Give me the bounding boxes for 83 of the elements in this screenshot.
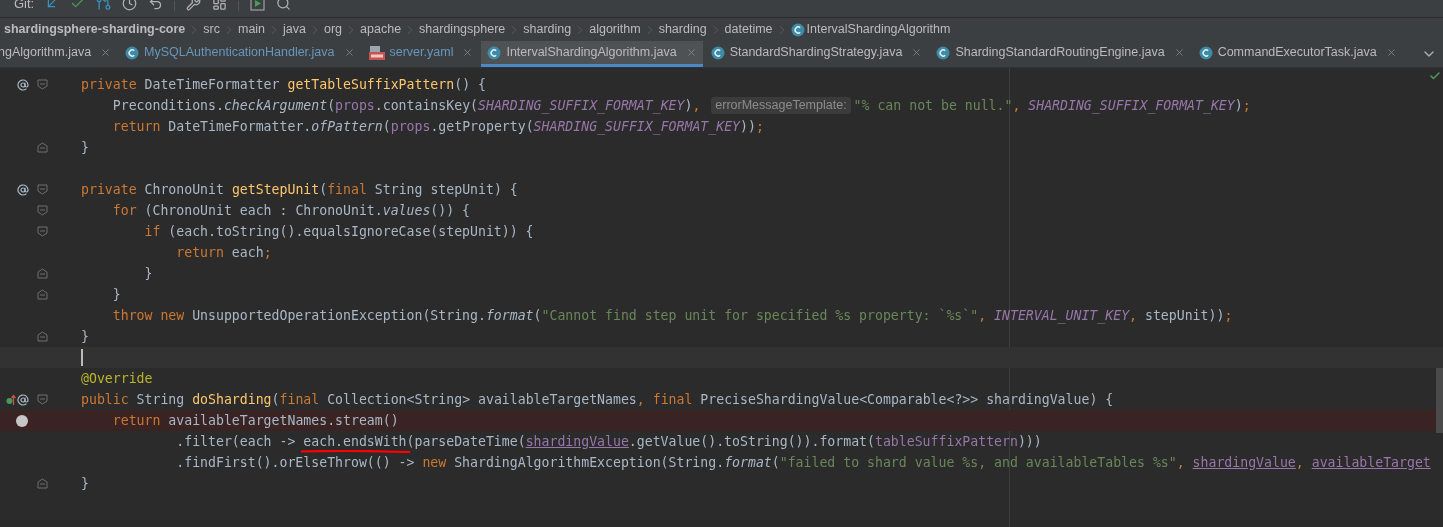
fold-marker-icon[interactable] — [37, 226, 48, 237]
code-text: Preconditions.checkArgument(props.containsKey(SHARDING_SUFFIX_FORMAT_KEY), — [111, 98, 702, 113]
close-icon[interactable] — [100, 47, 112, 58]
code-text: } — [111, 287, 121, 302]
tab-label: CommandExecutorTask.java — [1217, 44, 1377, 62]
code-text: return availableTargetNames.stream() — [111, 413, 399, 428]
code-text: private DateTimeFormatter getTableSuffixPattern() { — [81, 77, 486, 92]
search-icon[interactable] — [276, 0, 292, 11]
class-icon — [936, 45, 951, 60]
fold-marker-icon[interactable] — [37, 268, 48, 279]
code-text: @Override — [81, 371, 153, 386]
run-icon[interactable] — [250, 0, 266, 11]
breadcrumb-item[interactable]: java — [283, 20, 306, 39]
fold-marker-icon[interactable] — [37, 184, 48, 195]
class-icon — [1198, 45, 1213, 60]
tab-label: server.yaml — [389, 44, 454, 62]
editor-tab[interactable]: MySQLAuthenticationHandler.java — [119, 41, 361, 67]
breadcrumb-item[interactable]: sharding — [523, 20, 572, 39]
breadcrumb-item[interactable]: IntervalShardingAlgorithm — [806, 20, 951, 39]
undo-icon[interactable] — [148, 0, 164, 11]
code-text: "% can not be null.", SHARDING_SUFFIX_FORMAT_KEY); — [853, 98, 1251, 113]
editor-tab[interactable]: StandardShardingStrategy.java — [704, 41, 929, 67]
layout-icon[interactable] — [212, 0, 228, 11]
close-icon[interactable] — [1173, 47, 1185, 58]
breadcrumb-item[interactable]: src — [203, 20, 220, 39]
class-icon — [790, 22, 805, 37]
yaml-file-icon — [368, 45, 385, 60]
code-text: .filter(each -> each.endsWith(parseDateTime(shardingValue.getValue().toString()).format(tableSuffixPattern))) — [175, 434, 1042, 449]
settings-wrench-icon[interactable] — [186, 0, 202, 11]
scrollbar-thumb[interactable] — [1436, 368, 1443, 433]
code-text: return each; — [175, 245, 272, 260]
editor-tab[interactable]: CommandExecutorTask.java — [1192, 41, 1403, 67]
fold-marker-icon[interactable] — [37, 142, 48, 153]
code-text: .findFirst().orElseThrow(() -> new ShardingAlgorithmException(String.format("failed to shard value %s, and availableTables %s", shardingValue, availableTarget — [175, 455, 1431, 470]
code-text: } — [81, 329, 89, 344]
breadcrumb-item[interactable]: datetime — [724, 20, 773, 39]
code-text: return DateTimeFormatter.ofPattern(props.getProperty(SHARDING_SUFFIX_FORMAT_KEY)); — [111, 119, 764, 134]
close-icon[interactable] — [911, 47, 923, 58]
code-text: throw new UnsupportedOperationException(String.format("Cannot find step unit for specified %s property: `%s`", INTERVAL_UNIT_KEY, stepUnit)); — [111, 308, 1233, 323]
implements-up-arrow-icon[interactable] — [6, 393, 16, 406]
code-text: private ChronoUnit getStepUnit(final String stepUnit) { — [81, 182, 518, 197]
tab-label: MySQLAuthenticationHandler.java — [144, 44, 335, 62]
class-icon — [710, 45, 725, 60]
fold-marker-icon[interactable] — [37, 478, 48, 489]
class-icon — [487, 45, 502, 60]
tab-label: ShardingStandardRoutingEngine.java — [955, 44, 1165, 62]
push-arrows-icon[interactable] — [96, 0, 112, 11]
breadcrumb-item[interactable]: org — [324, 20, 343, 39]
override-icon[interactable] — [17, 393, 29, 406]
breadcrumb-item[interactable]: algorithm — [589, 20, 641, 39]
tab-label: IntervalShardingAlgorithm.java — [506, 44, 677, 62]
close-icon[interactable] — [1385, 47, 1397, 58]
code-text: for (ChronoUnit each : ChronoUnit.values()) { — [111, 203, 471, 218]
text-caret — [81, 349, 83, 366]
code-text: public String doSharding(final Collection<String> availableTargetNames, final PreciseShardingValue<Comparable<?>> shardingValue) { — [81, 392, 1114, 407]
close-icon[interactable] — [685, 47, 697, 58]
breakpoint-icon[interactable] — [16, 414, 28, 427]
fold-marker-icon[interactable] — [37, 331, 48, 342]
parameter-hint: errorMessageTemplate: — [711, 97, 851, 114]
fold-marker-icon[interactable] — [37, 394, 48, 405]
code-text: } — [143, 266, 153, 281]
breadcrumb-item[interactable]: shardingsphere — [419, 20, 506, 39]
code-text: if (each.toString().equalsIgnoreCase(stepUnit)) { — [143, 224, 534, 239]
code-text: } — [81, 476, 89, 491]
fold-marker-icon[interactable] — [37, 205, 48, 216]
fold-marker-icon[interactable] — [37, 79, 48, 90]
breadcrumb-item[interactable]: main — [237, 20, 266, 39]
breadcrumb-item[interactable]: apache — [360, 20, 402, 39]
breadcrumb-item[interactable]: sharding — [658, 20, 707, 39]
editor-tab[interactable]: server.yaml — [362, 41, 480, 67]
close-icon[interactable] — [343, 47, 355, 58]
class-icon — [125, 45, 140, 60]
close-icon[interactable] — [462, 47, 474, 58]
editor-tab[interactable]: ShardingStandardRoutingEngine.java — [930, 41, 1191, 67]
tab-label: StandardShardingStrategy.java — [729, 44, 903, 62]
no-problems-check-icon — [1429, 70, 1441, 82]
breadcrumb-module[interactable]: shardingsphere-sharding-core — [4, 20, 186, 39]
editor-tab[interactable]: IntervalShardingAlgorithm.java — [481, 41, 703, 67]
override-icon[interactable] — [17, 78, 29, 91]
history-clock-icon[interactable] — [122, 0, 138, 11]
code-text: } — [81, 140, 89, 155]
fold-marker-icon[interactable] — [37, 289, 48, 300]
override-icon[interactable] — [17, 183, 29, 196]
